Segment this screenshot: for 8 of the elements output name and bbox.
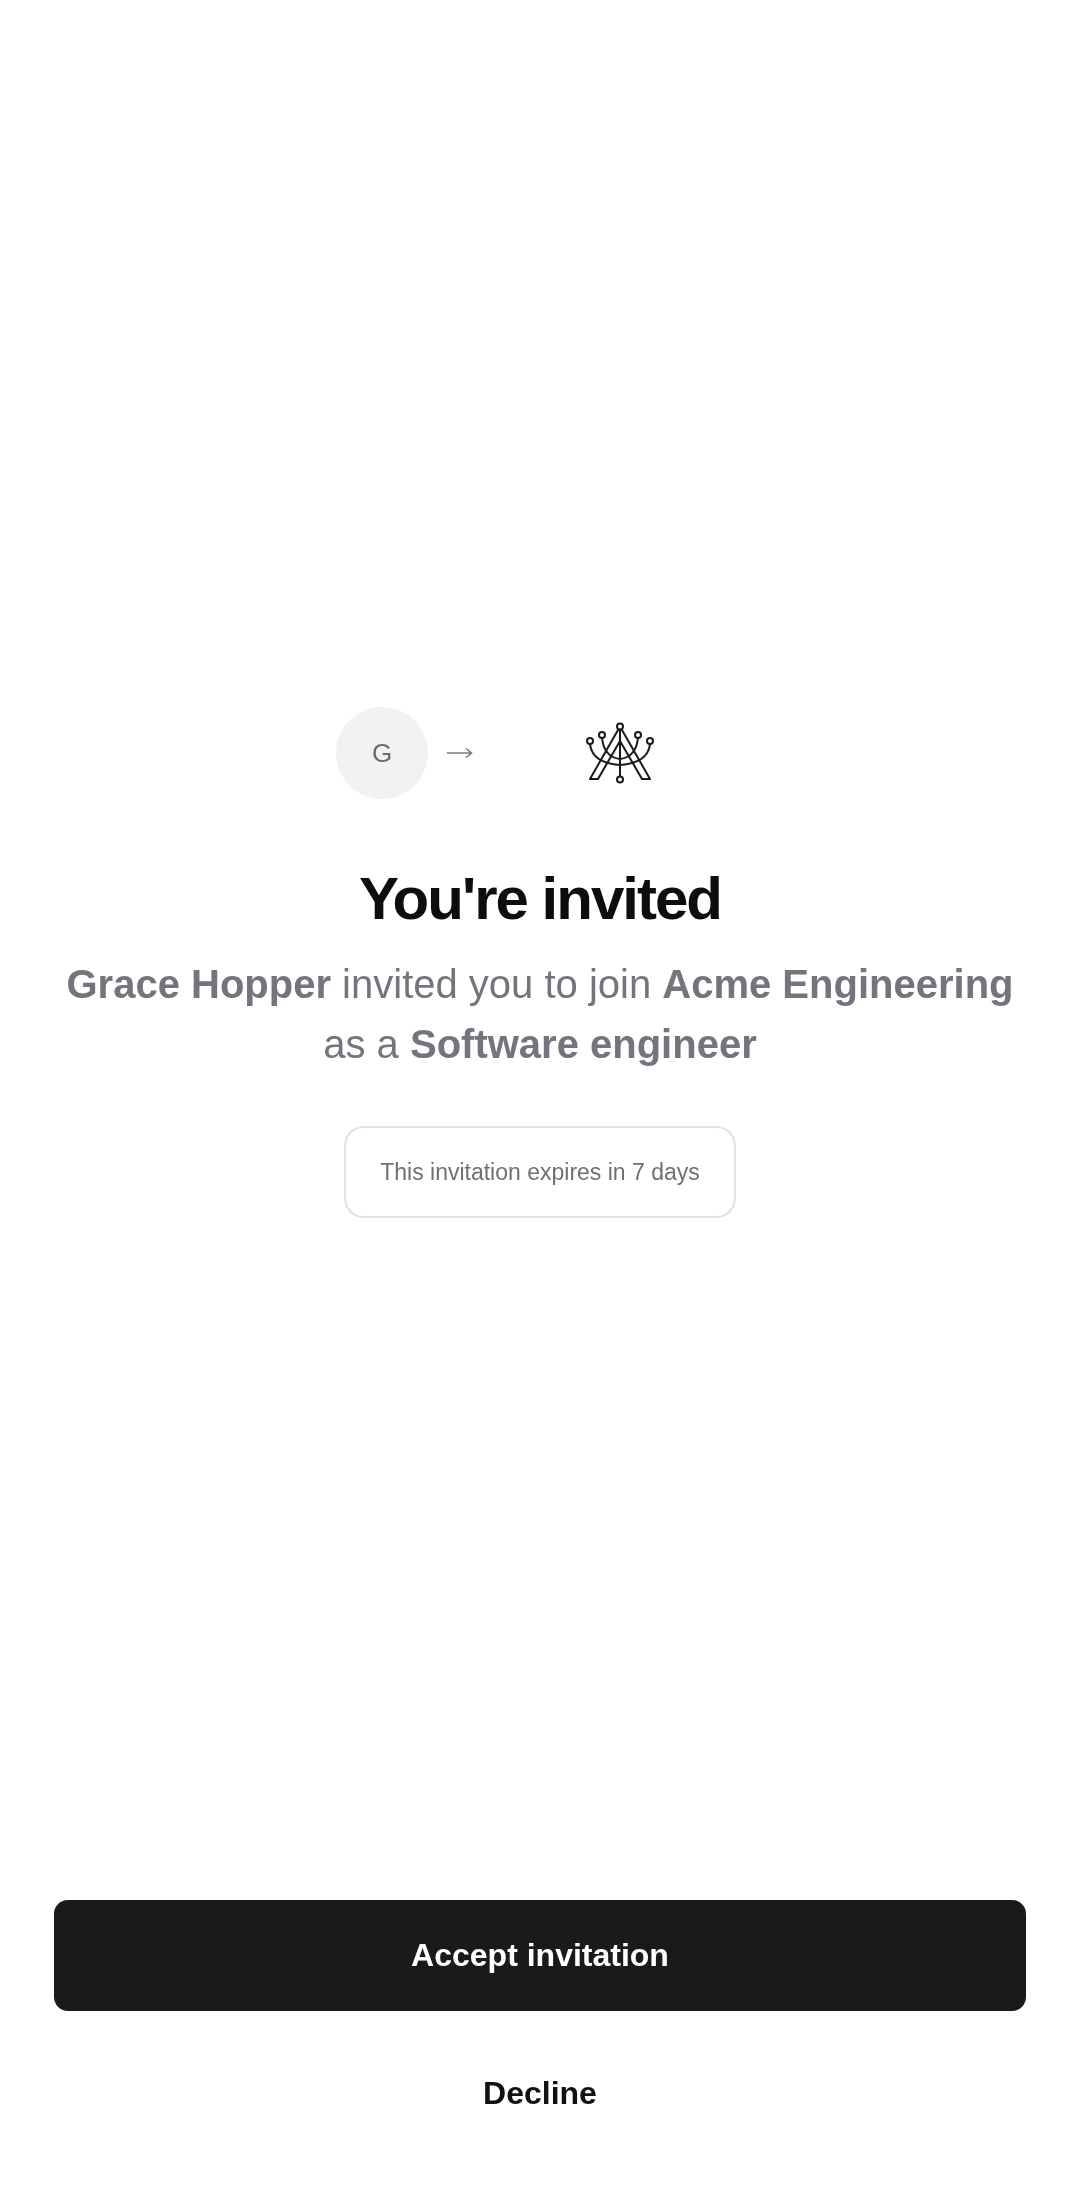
arrow-icon: [447, 747, 473, 759]
accept-button[interactable]: Accept invitation: [54, 1900, 1026, 2011]
page-title: You're invited: [359, 864, 721, 934]
user-avatar: G: [336, 707, 428, 799]
emblem-icon: [585, 722, 655, 784]
decline-button[interactable]: Decline: [443, 2047, 637, 2139]
expiry-notice: This invitation expires in 7 days: [344, 1126, 736, 1218]
invitation-message: Grace Hopper invited you to join Acme Engineering as a Software engineer: [65, 961, 1015, 1068]
